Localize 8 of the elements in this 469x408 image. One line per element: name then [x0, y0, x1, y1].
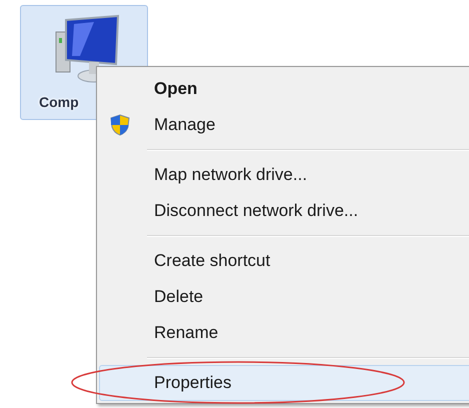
- menu-item[interactable]: Properties: [99, 365, 469, 401]
- menu-item[interactable]: Delete: [99, 279, 469, 315]
- icon-label: Comp: [39, 93, 79, 112]
- menu-item[interactable]: Create shortcut: [99, 243, 469, 279]
- menu-item[interactable]: Rename: [99, 315, 469, 351]
- menu-item[interactable]: Map network drive...: [99, 157, 469, 193]
- shield-icon: [110, 114, 130, 136]
- menu-item[interactable]: Disconnect network drive...: [99, 193, 469, 229]
